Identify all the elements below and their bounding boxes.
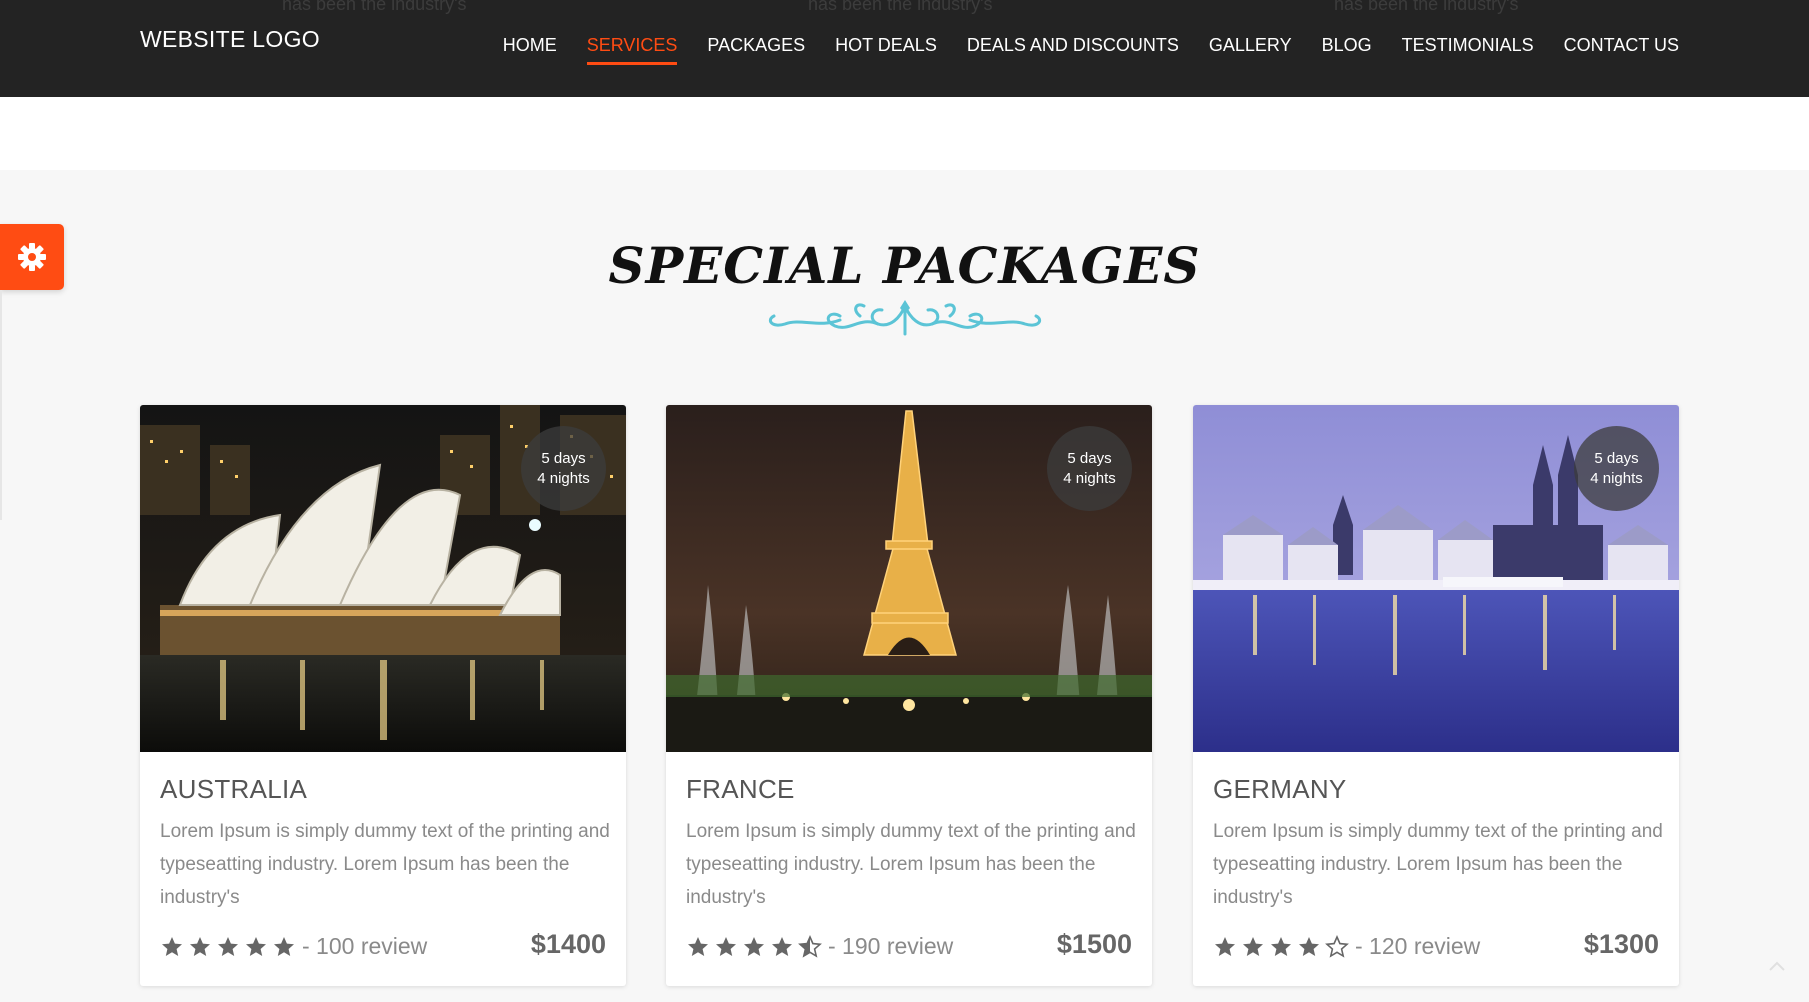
review-count: - 190 review: [828, 933, 954, 959]
star-half-icon: [798, 934, 822, 958]
star-empty-icon: [1325, 934, 1349, 958]
duration-days: 5 days: [1594, 449, 1639, 467]
header-ghost-text: has been the industry's: [808, 0, 993, 14]
duration-nights: 4 nights: [537, 469, 590, 487]
package-rating: - 120 review: [1213, 933, 1480, 960]
package-description: Lorem Ipsum is simply dummy text of the …: [686, 821, 1136, 908]
section-title: SPECIAL PACKAGES: [608, 236, 1201, 295]
package-price: $1500: [1056, 929, 1132, 959]
package-image-sydney[interactable]: 5 days 4 nights: [140, 405, 626, 752]
duration-days: 5 days: [1067, 449, 1112, 467]
package-title[interactable]: AUSTRALIA: [160, 774, 307, 805]
header-ghost-text: has been the industry's: [1334, 0, 1519, 14]
package-rating: - 190 review: [686, 933, 953, 960]
nav-item-packages[interactable]: PACKAGES: [707, 35, 805, 65]
package-description: Lorem Ipsum is simply dummy text of the …: [160, 821, 610, 908]
star-filled-icon: [218, 936, 238, 956]
nav-item-hot-deals[interactable]: HOT DEALS: [835, 35, 937, 65]
side-panel-edge: [0, 290, 2, 520]
duration-badge: 5 days 4 nights: [1574, 426, 1659, 511]
nav-item-gallery[interactable]: GALLERY: [1209, 35, 1292, 65]
star-filled-icon: [1299, 936, 1319, 956]
duration-nights: 4 nights: [1590, 469, 1643, 487]
package-price: $1300: [1583, 929, 1659, 959]
duration-badge: 5 days 4 nights: [521, 426, 606, 511]
nav-item-deals-and-discounts[interactable]: DEALS AND DISCOUNTS: [967, 35, 1179, 65]
rating-stars: [686, 934, 822, 959]
header-ghost-text: has been the industry's: [282, 0, 467, 14]
rating-stars: [1213, 934, 1349, 959]
package-image-eiffel[interactable]: 5 days 4 nights: [666, 405, 1152, 752]
nav-item-services[interactable]: SERVICES: [586, 35, 677, 65]
ornament-divider-icon: [769, 300, 1041, 336]
package-title[interactable]: FRANCE: [686, 774, 795, 805]
nav-item-blog[interactable]: BLOG: [1322, 35, 1372, 65]
scroll-to-top-icon[interactable]: [1765, 955, 1789, 979]
star-filled-icon: [688, 936, 708, 956]
package-card-france[interactable]: 5 days 4 nights FRANCE Lorem Ipsum is si…: [666, 405, 1152, 986]
rating-stars: [160, 935, 296, 959]
review-count: - 100 review: [302, 933, 428, 959]
star-filled-icon: [716, 936, 736, 956]
package-image-cologne[interactable]: 5 days 4 nights: [1193, 405, 1679, 752]
review-count: - 120 review: [1355, 933, 1481, 959]
star-filled-icon: [246, 936, 266, 956]
nav-item-home[interactable]: HOME: [503, 35, 557, 65]
star-filled-icon: [190, 936, 210, 956]
package-price: $1400: [530, 929, 606, 959]
star-filled-icon: [162, 936, 182, 956]
duration-days: 5 days: [541, 449, 586, 467]
package-description: Lorem Ipsum is simply dummy text of the …: [1213, 821, 1663, 908]
main-nav: HOME SERVICES PACKAGES HOT DEALS DEALS A…: [473, 35, 1679, 65]
star-filled-icon: [274, 936, 294, 956]
site-header: has been the industry's has been the ind…: [0, 0, 1809, 97]
website-logo[interactable]: WEBSITE LOGO: [140, 26, 320, 53]
nav-item-contact-us[interactable]: CONTACT US: [1564, 35, 1679, 65]
package-rating: - 100 review: [160, 933, 427, 960]
package-card-australia[interactable]: 5 days 4 nights AUSTRALIA Lorem Ipsum is…: [140, 405, 626, 986]
star-filled-icon: [744, 936, 764, 956]
star-filled-icon: [1243, 936, 1263, 956]
white-band: [0, 97, 1809, 170]
star-filled-icon: [772, 936, 792, 956]
duration-badge: 5 days 4 nights: [1047, 426, 1132, 511]
package-title[interactable]: GERMANY: [1213, 774, 1347, 805]
star-filled-icon: [1271, 936, 1291, 956]
duration-nights: 4 nights: [1063, 469, 1116, 487]
package-card-germany[interactable]: 5 days 4 nights GERMANY Lorem Ipsum is s…: [1193, 405, 1679, 986]
nav-item-testimonials[interactable]: TESTIMONIALS: [1402, 35, 1534, 65]
star-filled-icon: [1215, 936, 1235, 956]
